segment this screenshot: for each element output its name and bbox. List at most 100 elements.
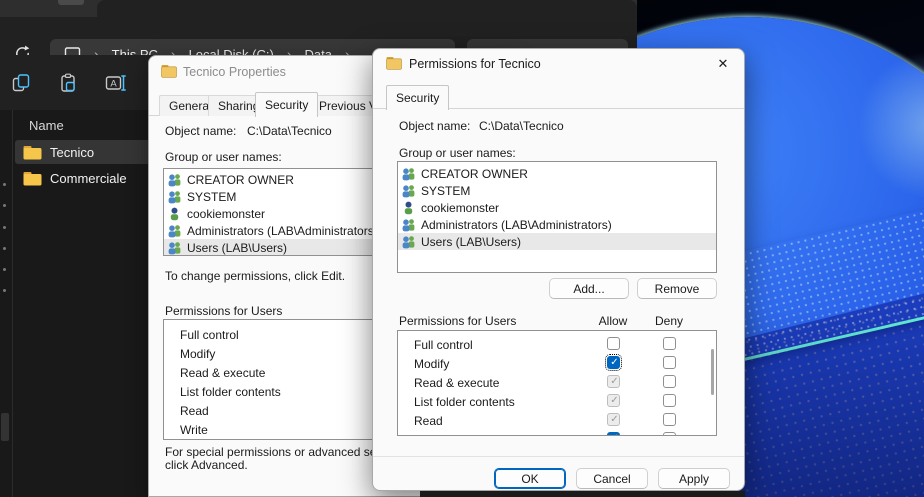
- permission-row: Read: [398, 411, 716, 430]
- permission-name: Write: [414, 433, 442, 437]
- allow-checkbox[interactable]: [607, 375, 620, 388]
- allow-checkbox[interactable]: [607, 413, 620, 426]
- copy-icon: [10, 72, 32, 94]
- allow-checkbox[interactable]: [607, 394, 620, 407]
- nav-pane-dot: [3, 268, 6, 271]
- group-name: cookiemonster: [187, 207, 265, 221]
- permissions-label: Permissions for Users: [399, 314, 516, 328]
- single-user-icon: [401, 201, 416, 215]
- permission-row: Read & execute: [398, 373, 716, 392]
- nav-pane-scrollbar[interactable]: [1, 413, 9, 441]
- remove-button[interactable]: Remove: [637, 278, 717, 299]
- allow-checkbox[interactable]: [607, 432, 620, 436]
- table-scrollbar[interactable]: [711, 349, 714, 395]
- permission-row: Full control: [398, 335, 716, 354]
- permission-row: List folder contents: [398, 392, 716, 411]
- object-name-value: C:\Data\Tecnico: [247, 124, 332, 138]
- group-row[interactable]: Administrators (LAB\Administrators): [398, 216, 716, 233]
- permissions-table: Full control Modify Read & execute List …: [397, 330, 717, 436]
- group-row[interactable]: CREATOR OWNER: [398, 165, 716, 182]
- deny-checkbox[interactable]: [663, 432, 676, 436]
- paste-icon: [57, 72, 79, 94]
- permission-name: Read: [414, 414, 443, 428]
- deny-checkbox[interactable]: [663, 337, 676, 350]
- permissions-label: Permissions for Users: [165, 304, 282, 318]
- nav-pane-dot: [3, 183, 6, 186]
- taskbar-sliver: [420, 491, 745, 497]
- tab-strip-fragment: [58, 0, 84, 5]
- nav-pane-dot: [3, 204, 6, 207]
- dialog-title: Permissions for Tecnico: [409, 57, 541, 71]
- column-header-name[interactable]: Name: [29, 118, 64, 133]
- group-name: cookiemonster: [421, 201, 499, 215]
- folder-icon: [161, 64, 177, 78]
- group-list-label: Group or user names:: [399, 146, 516, 160]
- permission-name: List folder contents: [414, 395, 515, 409]
- object-name-label: Object name:: [165, 124, 236, 138]
- allow-checkbox[interactable]: [607, 337, 620, 350]
- allow-checkbox[interactable]: [607, 356, 620, 369]
- users-group-icon: [167, 241, 182, 255]
- folder-icon: [386, 56, 402, 70]
- copy-button[interactable]: [9, 71, 33, 95]
- permissions-dialog: Permissions for Tecnico ✕ Security Objec…: [372, 48, 745, 491]
- file-name: Commerciale: [50, 171, 127, 186]
- svg-text:A: A: [110, 79, 117, 90]
- users-group-icon: [401, 235, 416, 249]
- group-list: CREATOR OWNER SYSTEM cookiemonster Admin…: [397, 161, 717, 273]
- group-name: CREATOR OWNER: [187, 173, 294, 187]
- deny-checkbox[interactable]: [663, 375, 676, 388]
- users-group-icon: [401, 184, 416, 198]
- object-name-label: Object name:: [399, 119, 470, 133]
- nav-pane-dot: [3, 226, 6, 229]
- paste-button[interactable]: [56, 71, 80, 95]
- allow-column-header: Allow: [589, 314, 637, 328]
- group-name: CREATOR OWNER: [421, 167, 528, 181]
- edit-hint: To change permissions, click Edit.: [165, 269, 345, 283]
- explorer-active-tab[interactable]: [97, 0, 637, 17]
- group-name: SYSTEM: [421, 184, 470, 198]
- permission-row: Modify: [398, 354, 716, 373]
- group-row[interactable]: cookiemonster: [398, 199, 716, 216]
- desktop: › This PC › Local Disk (C:) › Data › Sea…: [0, 0, 924, 497]
- file-row-commerciale[interactable]: Commerciale: [15, 166, 153, 190]
- file-name: Tecnico: [50, 145, 94, 160]
- footer-divider: [373, 456, 744, 457]
- permission-name: Full control: [414, 338, 473, 352]
- permission-name: Read & execute: [414, 376, 499, 390]
- single-user-icon: [167, 207, 182, 221]
- group-name: SYSTEM: [187, 190, 236, 204]
- rename-button[interactable]: A: [104, 71, 128, 95]
- close-button[interactable]: ✕: [708, 53, 738, 75]
- advanced-hint-line2: click Advanced.: [165, 459, 248, 472]
- add-button[interactable]: Add...: [549, 278, 629, 299]
- folder-icon: [23, 171, 42, 186]
- tab-security[interactable]: Security: [255, 92, 318, 117]
- deny-column-header: Deny: [645, 314, 693, 328]
- tab-bar: Security: [373, 85, 745, 109]
- apply-button[interactable]: Apply: [658, 468, 730, 489]
- nav-pane-dot: [3, 247, 6, 250]
- cancel-button[interactable]: Cancel: [576, 468, 648, 489]
- group-name: Users (LAB\Users): [421, 235, 521, 249]
- permission-name: Modify: [414, 357, 449, 371]
- permission-row: Write: [398, 430, 716, 436]
- deny-checkbox[interactable]: [663, 356, 676, 369]
- group-list-label: Group or user names:: [165, 150, 282, 164]
- group-row-selected[interactable]: Users (LAB\Users): [398, 233, 716, 250]
- ok-button[interactable]: OK: [494, 468, 566, 489]
- explorer-tab-strip: [0, 0, 637, 17]
- users-group-icon: [167, 224, 182, 238]
- deny-checkbox[interactable]: [663, 413, 676, 426]
- folder-icon: [23, 145, 42, 160]
- file-row-tecnico[interactable]: Tecnico: [15, 140, 153, 164]
- tab-security[interactable]: Security: [386, 85, 449, 110]
- close-icon: ✕: [718, 56, 729, 72]
- object-name-value: C:\Data\Tecnico: [479, 119, 564, 133]
- users-group-icon: [167, 190, 182, 204]
- users-group-icon: [401, 167, 416, 181]
- group-row[interactable]: SYSTEM: [398, 182, 716, 199]
- nav-pane-dot: [3, 289, 6, 292]
- dialog-title: Tecnico Properties: [183, 65, 286, 79]
- deny-checkbox[interactable]: [663, 394, 676, 407]
